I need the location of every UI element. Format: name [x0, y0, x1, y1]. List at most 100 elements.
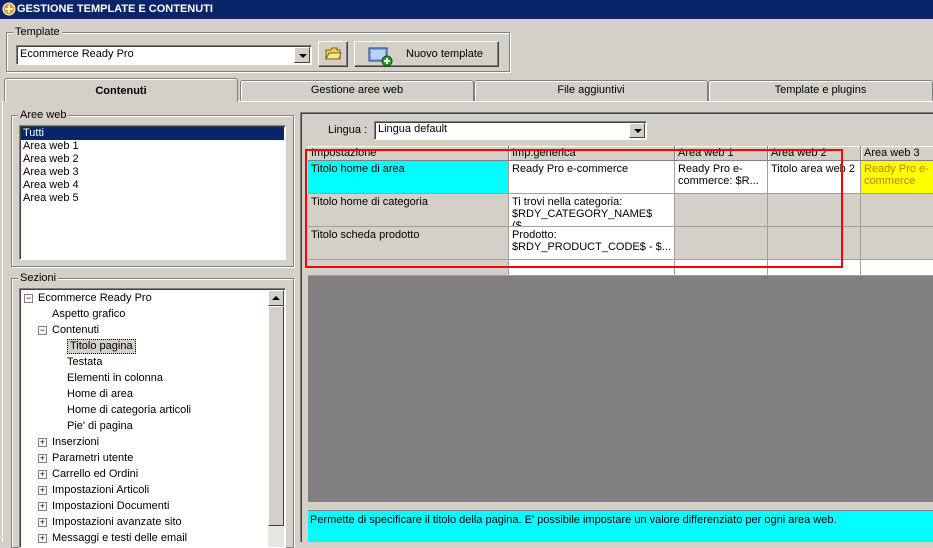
tree-node[interactable]: − Contenuti	[20, 322, 268, 338]
grid-header-imp-generica[interactable]: Imp.generica	[509, 146, 675, 161]
expand-icon[interactable]: +	[38, 470, 47, 479]
tree-node[interactable]: + Messaggi e testi delle email	[20, 530, 268, 546]
grid-cell-impostazione[interactable]: Titolo scheda prodotto	[308, 227, 509, 260]
tree-node[interactable]: − Ecommerce Ready Pro	[20, 290, 268, 306]
new-template-icon	[368, 47, 393, 66]
tab-template-e-plugins-label: Template e plugins	[774, 84, 867, 96]
grid-header-impostazione[interactable]: Impostazione	[308, 146, 509, 161]
sezioni-group-label: Sezioni	[18, 272, 59, 285]
lingua-select-value: Lingua default	[378, 123, 448, 135]
tab-contenuti[interactable]: Contenuti	[4, 78, 238, 102]
grid-cell-impostazione[interactable]: Titolo home di categoria	[308, 194, 509, 227]
tree-node[interactable]: Titolo pagina	[20, 338, 268, 354]
new-template-button[interactable]: Nuovo template	[354, 41, 499, 67]
title-bar: GESTIONE TEMPLATE E CONTENUTI	[0, 0, 933, 19]
grid-cell-imp-generica[interactable]: Ti trovi nella categoria: $RDY_CATEGORY_…	[509, 194, 675, 227]
grid-cell-area-web-2[interactable]	[768, 194, 861, 227]
lingua-label: Lingua :	[328, 124, 368, 136]
collapse-icon[interactable]: −	[24, 294, 33, 303]
tree-node[interactable]: Pie' di pagina	[20, 418, 268, 434]
folder-icon	[325, 47, 342, 60]
grid-cell-area-web-3[interactable]	[861, 227, 933, 260]
grid-cell-area-web-1[interactable]	[675, 194, 768, 227]
arrow-up-icon	[272, 296, 280, 300]
grid-empty-row-cell[interactable]	[308, 260, 509, 276]
grid-empty-row-cell[interactable]	[768, 260, 861, 276]
tree-node[interactable]: Aspetto grafico	[20, 306, 268, 322]
scroll-up-button[interactable]	[268, 290, 284, 306]
expand-icon[interactable]: +	[38, 454, 47, 463]
tree-node[interactable]: + Impostazioni avanzate sito	[20, 514, 268, 530]
tab-template-e-plugins[interactable]: Template e plugins	[708, 80, 933, 101]
grid-header-area-web-1[interactable]: Area web 1	[675, 146, 768, 161]
tree-node-label: Ecommerce Ready Pro	[38, 292, 152, 304]
tree-node-label: Home di area	[67, 388, 134, 400]
tab-gestione-aree-web[interactable]: Gestione aree web	[240, 80, 474, 101]
tree-node-label: Carrello ed Ordini	[52, 468, 139, 480]
expand-icon[interactable]: +	[38, 518, 47, 527]
grid-cell-area-web-2[interactable]: Titolo area web 2	[768, 161, 861, 194]
template-select-dropdown-button[interactable]	[294, 47, 310, 63]
description-text: Permette di specificare il titolo della …	[310, 514, 837, 526]
expand-icon[interactable]: +	[38, 502, 47, 511]
tree-node-label: Inserzioni	[52, 436, 100, 448]
tree-node[interactable]: Home di categoria articoli	[20, 402, 268, 418]
tree-node[interactable]: + Parametri utente	[20, 450, 268, 466]
expand-icon[interactable]: +	[38, 438, 47, 447]
list-item[interactable]: Area web 5	[21, 192, 284, 205]
sezioni-tree[interactable]: − Ecommerce Ready Pro Aspetto grafico − Cont…	[19, 288, 286, 548]
scroll-thumb[interactable]	[268, 306, 284, 526]
tab-file-aggiuntivi[interactable]: File aggiuntivi	[474, 80, 708, 101]
tree-node[interactable]: + Carrello ed Ordini	[20, 466, 268, 482]
grid-empty-row-cell[interactable]	[861, 260, 933, 276]
tab-file-aggiuntivi-label: File aggiuntivi	[557, 84, 625, 96]
aree-web-group-label: Aree web	[18, 109, 69, 122]
tree-node[interactable]: + Impostazioni Articoli	[20, 482, 268, 498]
tree-scrollbar[interactable]	[268, 290, 284, 547]
tree-node-label: Impostazioni Documenti	[52, 500, 170, 512]
list-item[interactable]: Area web 4	[21, 179, 284, 192]
template-select-value: Ecommerce Ready Pro	[20, 48, 134, 60]
grid-cell-area-web-1[interactable]: Ready Pro e-commerce: $R...	[675, 161, 768, 194]
grid-empty-row-cell[interactable]	[675, 260, 768, 276]
grid-header-area-web-3[interactable]: Area web 3	[861, 146, 933, 161]
grid-cell-impostazione[interactable]: Titolo home di area	[308, 161, 509, 194]
template-select[interactable]: Ecommerce Ready Pro	[16, 45, 312, 65]
tree-node-label: Impostazioni Articoli	[52, 484, 150, 496]
open-folder-button[interactable]	[318, 41, 348, 67]
tree-node-label: Messaggi e testi delle email	[52, 532, 188, 544]
list-item[interactable]: Area web 2	[21, 153, 284, 166]
collapse-icon[interactable]: −	[38, 326, 47, 335]
list-item[interactable]: Area web 3	[21, 166, 284, 179]
tree-node[interactable]: + Inserzioni	[20, 434, 268, 450]
expand-icon[interactable]: +	[38, 486, 47, 495]
tree-node-label: Aspetto grafico	[52, 308, 126, 320]
tree-node[interactable]: Testata	[20, 354, 268, 370]
tree-node-label: Impostazioni avanzate sito	[52, 516, 182, 528]
grid-cell-area-web-3[interactable]	[861, 194, 933, 227]
tree-node[interactable]: Home di area	[20, 386, 268, 402]
tree-node-label: Elementi in colonna	[67, 372, 164, 384]
grid-cell-area-web-3[interactable]: Ready Pro e-commerce	[861, 161, 933, 194]
tab-contenuti-label: Contenuti	[95, 85, 147, 97]
aree-web-list[interactable]: Tutti Area web 1 Area web 2 Area web 3 A…	[19, 125, 286, 260]
list-item[interactable]: Tutti	[21, 127, 284, 140]
new-template-label: Nuovo template	[406, 48, 484, 60]
grid-header-area-web-2[interactable]: Area web 2	[768, 146, 861, 161]
settings-grid: Impostazione Imp.generica Area web 1 Are…	[308, 146, 933, 502]
grid-cell-area-web-2[interactable]	[768, 227, 861, 260]
tree-node[interactable]: Elementi in colonna	[20, 370, 268, 386]
tree-node[interactable]: + Impostazioni Documenti	[20, 498, 268, 514]
grid-empty-row-cell[interactable]	[509, 260, 675, 276]
tree-node-label: Contenuti	[52, 324, 100, 336]
tree-node-label: Parametri utente	[52, 452, 134, 464]
chevron-down-icon	[634, 129, 642, 133]
grid-cell-area-web-1[interactable]	[675, 227, 768, 260]
app-icon	[2, 2, 16, 16]
tree-node-label: Home di categoria articoli	[67, 404, 192, 416]
list-item[interactable]: Area web 1	[21, 140, 284, 153]
lingua-select[interactable]: Lingua default	[374, 121, 647, 140]
lingua-select-dropdown-button[interactable]	[629, 123, 645, 138]
grid-cell-imp-generica[interactable]: Prodotto: $RDY_PRODUCT_CODE$ - $...	[509, 227, 675, 260]
grid-cell-imp-generica[interactable]: Ready Pro e-commerce	[509, 161, 675, 194]
